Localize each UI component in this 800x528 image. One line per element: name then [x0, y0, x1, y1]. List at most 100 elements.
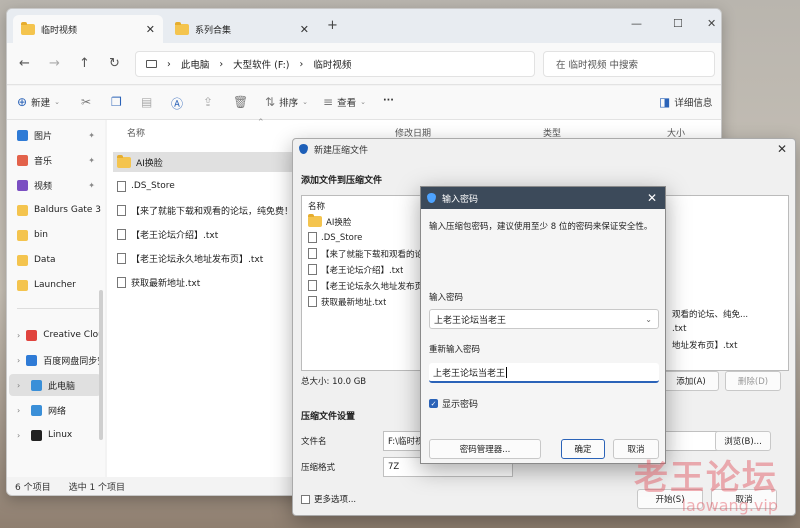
chevron-right-icon[interactable]: › — [17, 331, 20, 340]
sidebar-item-label: Baldurs Gate 3 — [34, 205, 101, 215]
sidebar-item[interactable]: 图片 ✦ — [17, 124, 101, 146]
chevron-right-icon[interactable]: › — [17, 431, 25, 440]
sidebar-item-label: 此电脑 — [48, 381, 76, 392]
sidebar-item-label: 音乐 — [34, 156, 53, 167]
chevron-right-icon[interactable]: › — [17, 356, 20, 365]
breadcrumb-this-pc[interactable]: 此电脑 — [181, 57, 210, 71]
chevron-down-icon: ⌄ — [54, 98, 60, 106]
folder-icon — [308, 214, 322, 227]
sidebar-item[interactable]: bin — [17, 224, 101, 246]
forward-icon[interactable]: → — [49, 56, 60, 71]
rename-icon[interactable]: Ⓐ — [171, 95, 183, 112]
password-value: 上老王论坛当老王 — [434, 315, 507, 326]
file-name: 获取最新地址.txt — [131, 278, 201, 289]
settings-heading: 压缩文件设置 — [301, 412, 356, 422]
sidebar-scrollbar[interactable] — [99, 290, 103, 440]
delete-button[interactable]: 删除(D) — [725, 371, 781, 391]
sort-button[interactable]: ⇅ 排序 ⌄ — [265, 95, 308, 109]
window-close-button[interactable]: ✕ — [707, 17, 716, 30]
add-button[interactable]: 添加(A) — [663, 371, 719, 391]
tab-close-icon[interactable]: ✕ — [146, 23, 155, 36]
list-header-name[interactable]: 名称 — [308, 198, 325, 213]
password-input[interactable]: 上老王论坛当老王 ⌄ — [429, 309, 659, 329]
delete-icon[interactable]: 🗑 — [233, 95, 248, 109]
breadcrumb-sep: › — [219, 58, 224, 70]
up-icon[interactable]: ↑ — [79, 56, 90, 71]
chevron-right-icon[interactable]: › — [17, 381, 25, 390]
details-pane-button[interactable]: ◨ 详细信息 — [659, 95, 712, 109]
view-button[interactable]: ≡ 查看 ⌄ — [323, 95, 366, 109]
sidebar-item-label: 视频 — [34, 181, 53, 192]
address-bar[interactable]: › 此电脑 › 大型软件 (F:) › 临时视频 — [135, 51, 535, 77]
more-options-label: 更多选项... — [314, 495, 357, 505]
videos-icon — [17, 179, 28, 191]
breadcrumb-sep: › — [299, 58, 304, 70]
maximize-button[interactable]: ☐ — [673, 17, 683, 30]
password-dialog: 输入密码 ✕ 输入压缩包密码，建议使用至少 8 位的密码来保证安全性。 输入密码… — [420, 186, 666, 464]
refresh-icon[interactable]: ↻ — [109, 56, 120, 71]
tab-bar: 临时视频 ✕ 系列合集 ✕ + — ☐ ✕ — [7, 9, 721, 43]
pin-icon: ✦ — [88, 155, 95, 165]
share-icon[interactable]: ⇪ — [203, 95, 213, 109]
chevron-down-icon[interactable]: ⌄ — [645, 315, 652, 324]
selected-count: 选中 1 个项目 — [68, 482, 126, 493]
tab-temp-videos[interactable]: 临时视频 ✕ — [13, 15, 163, 43]
sort-label: 排序 — [279, 98, 299, 109]
reenter-password-input[interactable]: 上老王论坛当老王 — [429, 363, 659, 383]
sidebar-tree-item[interactable]: › Linux — [17, 424, 101, 446]
browse-button[interactable]: 浏览(B)... — [715, 431, 771, 451]
sidebar-tree-item[interactable]: › 网络 — [17, 399, 101, 421]
file-name: 【老王论坛介绍】.txt — [131, 230, 219, 241]
sidebar-item[interactable]: 音乐 ✦ — [17, 149, 101, 171]
search-placeholder: 在 临时视频 中搜索 — [556, 60, 639, 71]
breadcrumb-drive[interactable]: 大型软件 (F:) — [233, 57, 289, 71]
sidebar-tree-item[interactable]: › Creative Cloud — [17, 324, 101, 346]
sidebar-item[interactable]: Launcher — [17, 274, 101, 296]
archive-list-item[interactable]: 【老王论坛介绍】.txt — [308, 262, 403, 277]
tab-series-collection[interactable]: 系列合集 ✕ — [167, 15, 317, 43]
file-name: 【来了就能下载和观看的论坛，纯免费！】.txt — [131, 206, 318, 217]
app-shield-icon — [299, 144, 308, 154]
sidebar-tree-item[interactable]: › 百度网盘同步空 — [17, 349, 101, 371]
enter-password-label: 输入密码 — [429, 293, 464, 303]
column-name[interactable]: 名称 — [127, 126, 145, 139]
chevron-right-icon[interactable]: › — [17, 406, 25, 415]
sidebar-item[interactable]: Data — [17, 249, 101, 271]
back-icon[interactable]: ← — [19, 56, 30, 71]
linux-icon — [31, 429, 42, 441]
checkbox-checked-icon: ✓ — [429, 399, 438, 408]
command-bar: ⊕ 新建 ⌄ ✂ ❐ ▤ Ⓐ ⇪ 🗑 ⇅ 排序 ⌄ ≡ 查看 ⌄ ··· ◨ 详… — [7, 86, 721, 120]
dialog-close-button[interactable]: ✕ — [777, 142, 787, 156]
minimize-button[interactable]: — — [631, 17, 642, 30]
archive-list-item[interactable]: AI换脸 — [308, 214, 351, 229]
add-files-heading: 添加文件到压缩文件 — [301, 176, 383, 186]
cut-icon[interactable]: ✂ — [81, 95, 91, 109]
show-password-toggle[interactable]: ✓ 显示密码 — [429, 397, 478, 410]
plus-circle-icon: ⊕ — [17, 95, 28, 109]
password-manager-button[interactable]: 密码管理器... — [429, 439, 541, 459]
copy-icon[interactable]: ❐ — [111, 95, 122, 109]
more-options-toggle[interactable]: 更多选项... — [301, 493, 356, 505]
filename-label: 文件名 — [301, 437, 327, 447]
chevron-down-icon: ⌄ — [360, 98, 366, 106]
sidebar-divider — [17, 308, 99, 309]
archive-list-item[interactable]: 获取最新地址.txt — [308, 294, 386, 309]
this-pc-icon — [31, 379, 42, 391]
baidu-netdisk-icon — [26, 354, 38, 366]
tab-close-icon[interactable]: ✕ — [300, 23, 309, 36]
search-input[interactable]: 在 临时视频 中搜索 — [543, 51, 715, 77]
new-tab-button[interactable]: + — [327, 18, 338, 33]
pin-icon: ✦ — [88, 130, 95, 140]
archive-list-item[interactable]: .DS_Store — [308, 230, 362, 245]
breadcrumb-folder[interactable]: 临时视频 — [313, 57, 351, 71]
password-close-button[interactable]: ✕ — [647, 191, 657, 205]
sidebar-item[interactable]: 视频 ✦ — [17, 174, 101, 196]
ok-button[interactable]: 确定 — [561, 439, 605, 459]
sidebar-item[interactable]: Baldurs Gate 3 — [17, 199, 101, 221]
folder-icon — [117, 154, 131, 168]
new-button[interactable]: ⊕ 新建 ⌄ — [17, 95, 60, 109]
sidebar-tree-item[interactable]: › 此电脑 — [9, 374, 101, 396]
paste-icon[interactable]: ▤ — [141, 95, 152, 109]
folder-icon — [21, 21, 35, 35]
more-options-button[interactable]: ··· — [383, 95, 394, 106]
